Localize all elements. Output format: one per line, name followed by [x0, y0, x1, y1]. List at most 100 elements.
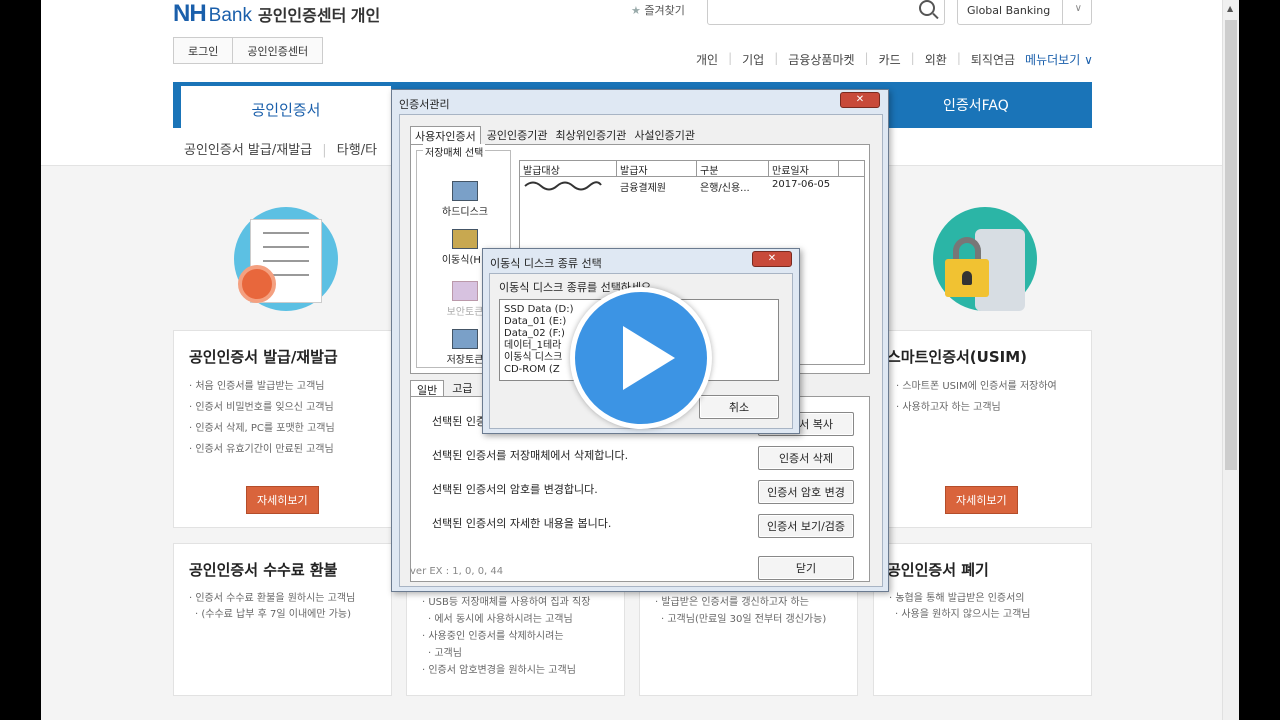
column-header[interactable]: 발급대상 — [520, 161, 617, 177]
scrollbar-thumb[interactable] — [1225, 20, 1237, 470]
device-label: 저장토큰 — [446, 355, 484, 366]
chevron-down-icon: ∨ — [1084, 53, 1093, 67]
nav-market[interactable]: 금융상품마켓 — [788, 51, 854, 68]
harddisk-icon — [452, 181, 478, 201]
login-tab[interactable]: 로그인 — [173, 37, 234, 64]
list-item: 발급받은 인증서를 갱신하고자 하는 — [655, 594, 826, 611]
tab-certificate[interactable]: 공인인증서 — [181, 86, 391, 128]
card-issue: 공인인증서 발급/재발급 처음 인증서를 발급받는 고객님 인증서 비밀번호를 … — [173, 330, 392, 528]
redacted-scribble — [524, 181, 602, 191]
detail-button[interactable]: 자세히보기 — [945, 486, 1018, 514]
detail-button[interactable]: 자세히보기 — [246, 486, 319, 514]
subnav-divider: | — [322, 143, 327, 158]
card-usim: 스마트인증서(USIM) 스마트폰 USIM에 인증서를 저장하여 사용하고자 … — [873, 330, 1092, 528]
token-icon — [452, 281, 478, 301]
nav-personal[interactable]: 개인 — [696, 51, 718, 68]
list-item: 사용중인 인증서를 삭제하시려는 — [422, 628, 590, 645]
cert-type-cell: 은행/신용... — [700, 183, 750, 194]
sub-nav: 공인인증서 발급/재발급 | 타행/타 — [184, 139, 377, 158]
tab-user-cert[interactable]: 사용자인증서 — [410, 126, 481, 145]
nav-card[interactable]: 카드 — [879, 51, 901, 68]
nav-business[interactable]: 기업 — [742, 51, 764, 68]
action-password-text: 선택된 인증서의 암호를 변경합니다. — [432, 483, 598, 496]
nav-pension[interactable]: 퇴직연금 — [971, 51, 1015, 68]
list-item: 스마트폰 USIM에 인증서를 저장하여 — [896, 376, 1056, 397]
scroll-up-icon[interactable]: ▲ — [1227, 4, 1233, 13]
chevron-down-icon[interactable]: ∨ — [1075, 3, 1082, 14]
storage-legend: 저장매체 선택 — [423, 144, 486, 159]
card-title: 스마트인증서(USIM) — [887, 348, 1028, 366]
top-nav: 개인 | 기업 | 금융상품마켓 | 카드 | 외환 | 퇴직연금 메뉴더보기 ∨ — [696, 51, 1093, 68]
list-item: 인증서 유효기간이 만료된 고객님 — [189, 439, 335, 460]
search-input[interactable] — [707, 0, 945, 25]
view-cert-button[interactable]: 인증서 보기/검증 — [758, 514, 854, 538]
nav-forex[interactable]: 외환 — [925, 51, 947, 68]
column-header[interactable]: 발급자 — [617, 161, 697, 177]
list-item: 고객님(만료일 30일 전부터 갱신가능) — [655, 611, 826, 628]
dialog-title: 인증서관리 — [399, 98, 450, 111]
cert-issuer-cell: 금융결제원 — [620, 183, 666, 194]
list-item: 처음 인증서를 발급받는 고객님 — [189, 376, 335, 397]
card-title: 공인인증서 폐기 — [887, 561, 989, 579]
menu-more-link[interactable]: 메뉴더보기 ∨ — [1025, 51, 1093, 68]
card-list: 인증서 수수료 환불을 원하시는 고객님 (수수료 납부 후 7일 이내에만 가… — [189, 591, 355, 623]
logo-center-text: 공인인증센터 개인 — [257, 8, 381, 25]
cert-center-tab[interactable]: 공인인증센터 — [233, 37, 324, 64]
certificate-illustration — [234, 207, 338, 311]
card-list: 스마트폰 USIM에 인증서를 저장하여 사용하고자 하는 고객님 — [896, 376, 1056, 418]
cancel-button[interactable]: 취소 — [699, 395, 779, 419]
delete-cert-button[interactable]: 인증서 삭제 — [758, 446, 854, 470]
nh-bank-logo[interactable]: NH Bank 공인인증센터 개인 — [173, 0, 380, 28]
card-title: 공인인증서 수수료 환불 — [189, 561, 338, 579]
page-scrollbar[interactable]: ▲ — [1222, 0, 1239, 720]
play-button[interactable] — [570, 287, 712, 429]
nav-divider: | — [910, 51, 915, 65]
subnav-issue[interactable]: 공인인증서 발급/재발급 — [184, 143, 312, 158]
usim-illustration — [933, 207, 1037, 311]
list-item: 인증서 비밀번호를 잊으신 고객님 — [189, 397, 335, 418]
nav-divider: | — [774, 51, 779, 65]
column-header[interactable]: 만료일자 — [769, 161, 839, 177]
card-list: 농협을 통해 발급받은 인증서의 사용을 원하지 않으시는 고객님 — [889, 591, 1031, 623]
favorites-link[interactable]: ★ 즐겨찾기 — [631, 2, 685, 18]
list-item: (수수료 납부 후 7일 이내에만 가능) — [189, 607, 355, 623]
card-refund: 공인인증서 수수료 환불 인증서 수수료 환불을 원하시는 고객님 (수수료 납… — [173, 543, 392, 696]
logo-nh-text: NH — [173, 0, 207, 27]
favorites-label: 즐겨찾기 — [644, 4, 685, 17]
device-label: 보안토큰 — [446, 307, 484, 318]
nav-divider: | — [956, 51, 961, 65]
logo-bank-text: Bank — [208, 5, 252, 26]
table-row[interactable]: 금융결제원 은행/신용... 2017-06-05 — [520, 177, 864, 194]
device-harddisk[interactable]: 하드디스크 — [425, 181, 505, 218]
global-banking-label: Global Banking — [967, 4, 1051, 17]
tab-faq[interactable]: 인증서FAQ — [943, 95, 1009, 115]
cert-expiry-cell: 2017-06-05 — [772, 179, 831, 190]
play-icon — [623, 326, 675, 390]
star-icon: ★ — [631, 4, 641, 17]
tab-private-ca[interactable]: 사설인증기관 — [632, 126, 697, 145]
column-header[interactable]: 구분 — [697, 161, 769, 177]
subnav-other-bank[interactable]: 타행/타 — [337, 143, 377, 158]
tab-root-ca[interactable]: 최상위인증기관 — [553, 126, 628, 145]
tab-public-ca[interactable]: 공인인증기관 — [485, 126, 550, 145]
close-icon[interactable]: ✕ — [840, 92, 880, 108]
storage-token-icon — [452, 329, 478, 349]
select-divider — [1062, 0, 1063, 24]
list-item: 사용을 원하지 않으시는 고객님 — [889, 607, 1030, 623]
card-title: 공인인증서 발급/재발급 — [189, 348, 338, 366]
list-item: 인증서 암호변경을 원하시는 고객님 — [422, 662, 590, 679]
search-icon[interactable] — [919, 0, 935, 16]
usb-drive-icon — [452, 229, 478, 249]
card-list: 처음 인증서를 발급받는 고객님 인증서 비밀번호를 잊으신 고객님 인증서 삭… — [189, 376, 335, 460]
cert-type-tabs: 사용자인증서 공인인증기관 최상위인증기관 사설인증기관 — [410, 126, 697, 145]
change-password-button[interactable]: 인증서 암호 변경 — [758, 480, 854, 504]
global-banking-select[interactable]: Global Banking ∨ — [957, 0, 1092, 25]
keyhole-icon — [962, 271, 972, 285]
table-header: 발급대상 발급자 구분 만료일자 — [520, 161, 864, 177]
list-item: 농협을 통해 발급받은 인증서의 — [889, 591, 1031, 607]
close-icon[interactable]: ✕ — [752, 251, 792, 267]
close-button[interactable]: 닫기 — [758, 556, 854, 580]
medal-icon — [238, 265, 276, 303]
list-item: USB등 저장매체를 사용하여 집과 직장 — [422, 594, 590, 611]
action-delete-text: 선택된 인증서를 저장매체에서 삭제합니다. — [432, 449, 629, 462]
